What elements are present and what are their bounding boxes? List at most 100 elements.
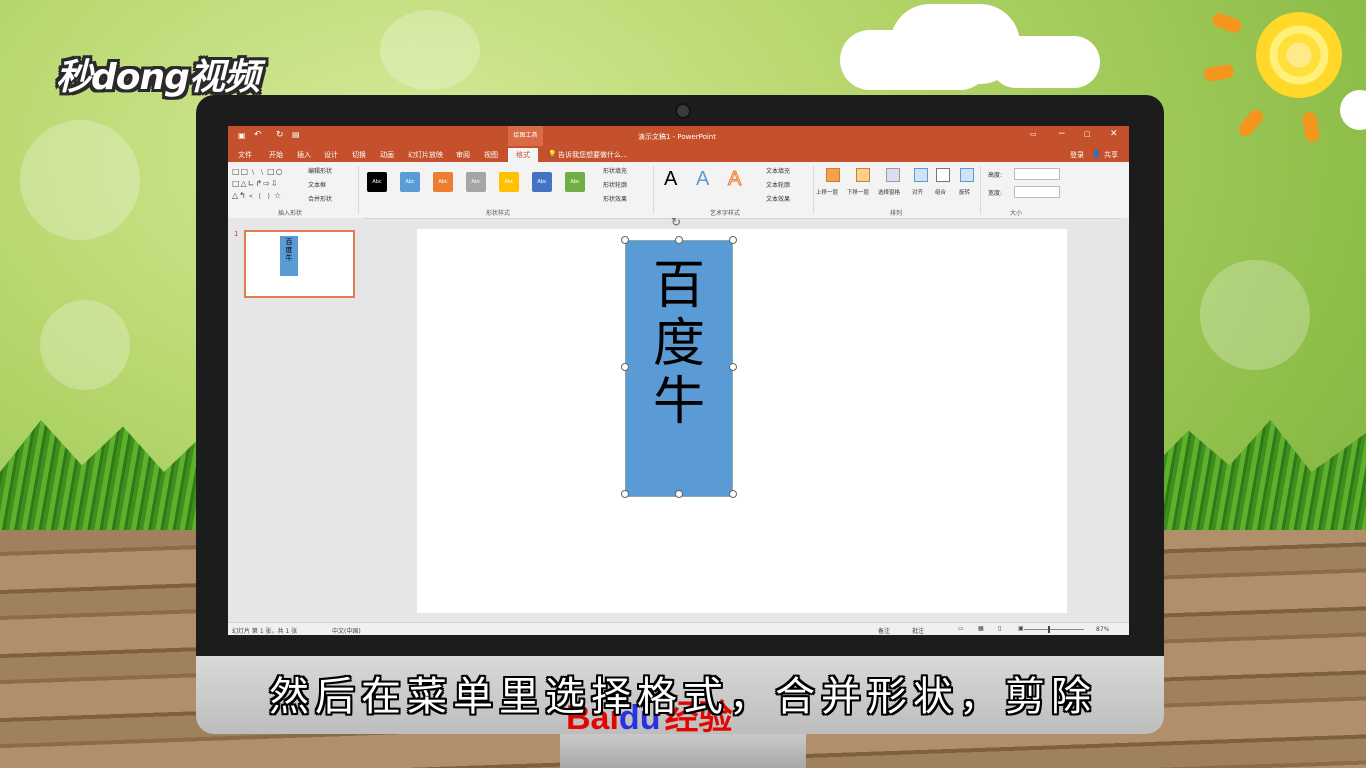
tab-home[interactable]: 开始 <box>269 150 283 160</box>
rotate-button[interactable]: 旋转 <box>959 188 970 196</box>
window-title: 演示文稿1 - PowerPoint <box>638 133 716 141</box>
tab-transitions[interactable]: 切换 <box>352 150 366 160</box>
merge-shapes-button[interactable]: 合并形状 <box>308 194 332 203</box>
text-box-button[interactable]: 文本框 <box>308 180 326 189</box>
bokeh <box>380 10 480 90</box>
text-fill-button[interactable]: 文本填充 <box>766 166 790 175</box>
sun-ray <box>1235 107 1267 139</box>
normal-view-icon[interactable]: ▭ <box>958 625 964 632</box>
bokeh <box>20 120 140 240</box>
bring-forward-button[interactable]: 上移一层 <box>816 188 838 196</box>
send-backward-icon[interactable] <box>856 168 870 182</box>
sun-ray <box>1301 111 1321 143</box>
selection-pane-icon[interactable] <box>886 168 900 182</box>
video-subtitle: 然后在菜单里选择格式，合并形状，剪除 <box>269 674 1097 720</box>
tab-slideshow[interactable]: 幻灯片放映 <box>408 150 443 160</box>
selection-pane-button[interactable]: 选择窗格 <box>878 188 900 196</box>
tab-animations[interactable]: 动画 <box>380 150 394 160</box>
cloud <box>1340 90 1366 130</box>
text-effects-button[interactable]: 文本效果 <box>766 194 790 203</box>
separator <box>980 166 981 214</box>
slide-sorter-icon[interactable]: ▦ <box>978 625 984 632</box>
tab-insert[interactable]: 插入 <box>297 150 311 160</box>
rotate-handle-icon[interactable]: ↻ <box>671 215 681 229</box>
slide-number: 1 <box>234 230 239 238</box>
slide-thumbnail-pane: 1 百度牛 <box>228 218 364 622</box>
language-status[interactable]: 中文(中国) <box>332 626 361 635</box>
shape-style-blue[interactable]: Abc <box>400 172 420 192</box>
undo-icon[interactable]: ↶ <box>254 130 262 140</box>
wordart-style-orange-outline[interactable]: A <box>727 168 741 191</box>
thumbnail-shape: 百度牛 <box>280 236 298 276</box>
tab-file[interactable]: 文件 <box>238 150 252 160</box>
wordart-style-blue[interactable]: A <box>696 168 709 191</box>
zoom-level[interactable]: 87% <box>1096 626 1109 633</box>
bring-forward-icon[interactable] <box>826 168 840 182</box>
maximize-icon[interactable]: □ <box>1084 130 1091 138</box>
resize-handle[interactable] <box>675 490 683 498</box>
shape-style-gold[interactable]: Abc <box>499 172 519 192</box>
status-bar: 幻灯片 第 1 张，共 1 张 中文(中国) 备注 批注 ▭ ▦ ▯ ▣ 87% <box>228 622 1129 635</box>
separator <box>358 166 359 214</box>
resize-handle[interactable] <box>729 490 737 498</box>
tab-view[interactable]: 视图 <box>484 150 498 160</box>
monitor-stand <box>560 734 806 768</box>
resize-handle[interactable] <box>729 363 737 371</box>
tab-review[interactable]: 审阅 <box>456 150 470 160</box>
minimize-icon[interactable]: − <box>1058 129 1066 139</box>
close-icon[interactable]: ✕ <box>1110 129 1118 139</box>
comments-button[interactable]: 批注 <box>912 626 924 635</box>
edit-shape-button[interactable]: 编辑形状 <box>308 166 332 175</box>
cloud <box>990 36 1100 88</box>
align-button[interactable]: 对齐 <box>912 188 923 196</box>
shape-style-darkblue[interactable]: Abc <box>532 172 552 192</box>
tab-format[interactable]: 格式 <box>508 148 538 162</box>
share-button[interactable]: 共享 <box>1104 150 1118 160</box>
tell-me-input[interactable]: 告诉我您想要做什么... <box>558 150 628 160</box>
shape-effects-button[interactable]: 形状效果 <box>603 194 627 203</box>
shape-style-green[interactable]: Abc <box>565 172 585 192</box>
separator <box>653 166 654 214</box>
slide-canvas[interactable]: 百度牛 ↻ <box>417 215 1067 613</box>
title-bar: ▣ ↶ ↻ ▤ 绘图工具 演示文稿1 - PowerPoint ▭ − □ ✕ <box>228 126 1129 146</box>
rotate-icon[interactable] <box>960 168 974 182</box>
reading-view-icon[interactable]: ▯ <box>998 625 1001 632</box>
notes-button[interactable]: 备注 <box>878 626 890 635</box>
slide-thumbnail[interactable]: 百度牛 <box>244 230 355 298</box>
person-icon: 👤 <box>1092 150 1101 158</box>
zoom-slider[interactable] <box>1024 629 1084 630</box>
wordart-style-black[interactable]: A <box>664 168 677 191</box>
ribbon-display-icon[interactable]: ▭ <box>1030 130 1037 138</box>
resize-handle[interactable] <box>621 490 629 498</box>
shape-style-orange[interactable]: Abc <box>433 172 453 192</box>
resize-handle[interactable] <box>729 236 737 244</box>
group-icon[interactable] <box>936 168 950 182</box>
tab-design[interactable]: 设计 <box>324 150 338 160</box>
send-backward-button[interactable]: 下移一层 <box>847 188 869 196</box>
resize-handle[interactable] <box>621 236 629 244</box>
resize-handle[interactable] <box>621 363 629 371</box>
vertical-scrollbar[interactable] <box>1121 218 1129 622</box>
shape-fill-button[interactable]: 形状填充 <box>603 166 627 175</box>
height-label: 高度: <box>988 172 1003 179</box>
group-button[interactable]: 组合 <box>935 188 946 196</box>
sign-in-link[interactable]: 登录 <box>1070 150 1084 160</box>
shape-style-gray[interactable]: Abc <box>466 172 486 192</box>
lightbulb-icon: 💡 <box>548 150 557 158</box>
text-outline-button[interactable]: 文本轮廓 <box>766 180 790 189</box>
slideshow-view-icon[interactable]: ▣ <box>1018 625 1024 632</box>
width-input[interactable] <box>1014 186 1060 198</box>
shape-style-black[interactable]: Abc <box>367 172 387 192</box>
shape-outline-button[interactable]: 形状轮廓 <box>603 180 627 189</box>
start-slideshow-icon[interactable]: ▤ <box>292 130 300 139</box>
align-icon[interactable] <box>914 168 928 182</box>
text-rectangle-shape[interactable]: 百度牛 <box>625 240 733 497</box>
group-label-insert-shapes: 插入形状 <box>278 210 303 217</box>
shapes-gallery[interactable]: □□﹨﹨□○ □△∟↱⇨⇩ △↰﹤﹛﹜☆ <box>232 166 300 202</box>
slide-info: 幻灯片 第 1 张，共 1 张 <box>232 628 298 635</box>
height-input[interactable] <box>1014 168 1060 180</box>
save-icon[interactable]: ▣ <box>238 131 246 140</box>
redo-icon[interactable]: ↻ <box>276 130 284 140</box>
resize-handle[interactable] <box>675 236 683 244</box>
zoom-slider-thumb[interactable] <box>1048 626 1050 633</box>
